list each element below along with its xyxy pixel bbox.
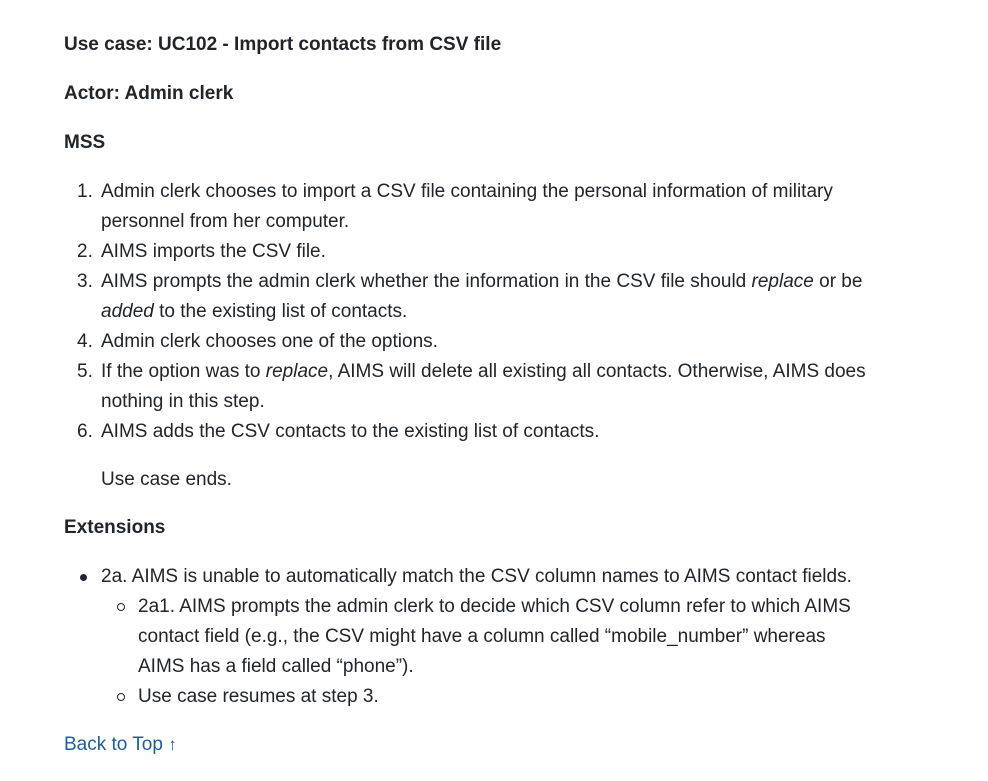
step-text-pre: If the option was to — [101, 361, 266, 382]
step-number: 3. — [77, 271, 93, 292]
step-number: 6. — [77, 421, 93, 442]
sub-item-line2: contact field (e.g., the CSV might have … — [138, 626, 826, 647]
emphasis-replace: replace — [265, 361, 329, 382]
step-number: 1. — [77, 181, 93, 202]
step-text-post: to the existing list of contacts. — [153, 301, 408, 322]
use-case-title: Use case: UC102 - Import contacts from C… — [64, 34, 502, 55]
emphasis-added: added — [101, 301, 154, 322]
mss-steps-list: 1. Admin clerk chooses to import a CSV f… — [64, 177, 944, 447]
mss-step-6: 6. AIMS adds the CSV contacts to the exi… — [77, 417, 944, 447]
step-number: 5. — [77, 361, 93, 382]
extension-sub-item-2a1: 2a1. AIMS prompts the admin clerk to dec… — [117, 592, 944, 682]
actor-heading: Actor: Admin clerk — [64, 83, 234, 104]
bullet-icon — [80, 574, 87, 581]
extension-item-2a: 2a. AIMS is unable to automatically matc… — [80, 562, 944, 712]
circle-bullet-icon — [117, 693, 125, 701]
back-to-top-label: Back to Top — [64, 734, 163, 755]
mss-step-1: 1. Admin clerk chooses to import a CSV f… — [77, 177, 944, 237]
step-text-line2: nothing in this step. — [101, 391, 265, 412]
extension-text: 2a. AIMS is unable to automatically matc… — [101, 566, 852, 587]
extensions-heading: Extensions — [64, 517, 166, 538]
mss-step-2: 2. AIMS imports the CSV file. — [77, 237, 944, 267]
step-number: 2. — [77, 241, 93, 262]
step-text-post: , AIMS will delete all existing all cont… — [328, 361, 866, 382]
sub-item-line3: AIMS has a field called “phone”). — [138, 656, 414, 677]
step-text-mid: or be — [813, 271, 863, 292]
mss-step-3: 3. AIMS prompts the admin clerk whether … — [77, 267, 944, 327]
mss-step-4: 4. Admin clerk chooses one of the option… — [77, 327, 944, 357]
extension-sub-item-resume: Use case resumes at step 3. — [117, 682, 944, 712]
use-case-document: Use case: UC102 - Import contacts from C… — [64, 30, 944, 760]
use-case-ends: Use case ends. — [101, 469, 232, 490]
step-text-pre: AIMS prompts the admin clerk whether the… — [101, 271, 752, 292]
extensions-list: 2a. AIMS is unable to automatically matc… — [64, 562, 944, 712]
step-number: 4. — [77, 331, 93, 352]
step-text: AIMS imports the CSV file. — [101, 241, 326, 262]
mss-step-5: 5. If the option was to replace, AIMS wi… — [77, 357, 944, 417]
step-text: AIMS adds the CSV contacts to the existi… — [101, 421, 600, 442]
mss-heading: MSS — [64, 132, 106, 153]
step-text-line1: Admin clerk chooses to import a CSV file… — [101, 181, 833, 202]
step-text-line2: personnel from her computer. — [101, 211, 350, 232]
arrow-up-icon: ↑ — [168, 735, 177, 754]
step-text: Admin clerk chooses one of the options. — [101, 331, 438, 352]
emphasis-replace: replace — [751, 271, 814, 292]
back-to-top-link[interactable]: Back to Top ↑ — [64, 730, 177, 760]
extension-sub-list: 2a1. AIMS prompts the admin clerk to dec… — [101, 592, 944, 712]
sub-item-line1: Use case resumes at step 3. — [138, 686, 379, 707]
sub-item-line1: 2a1. AIMS prompts the admin clerk to dec… — [138, 596, 851, 617]
circle-bullet-icon — [117, 603, 125, 611]
